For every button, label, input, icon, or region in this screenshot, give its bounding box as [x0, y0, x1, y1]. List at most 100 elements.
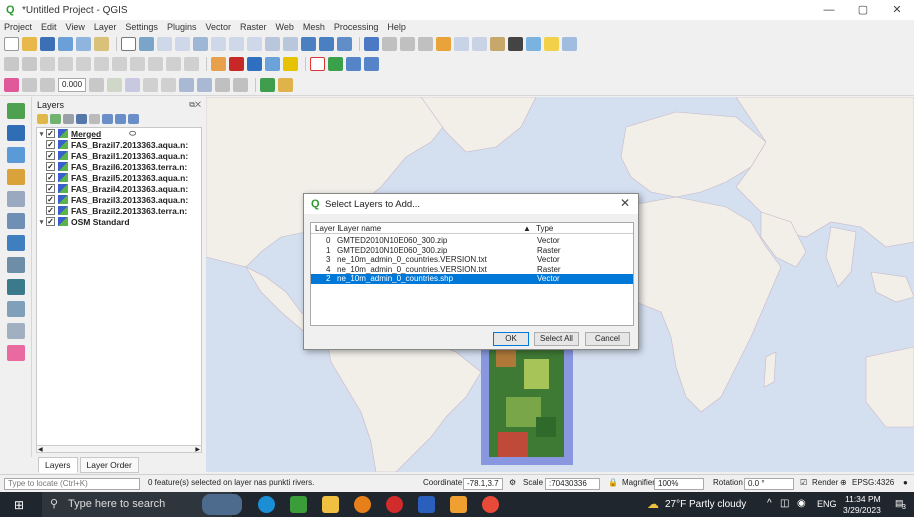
add-feature-icon[interactable] [58, 57, 73, 71]
statistics-icon[interactable] [436, 37, 451, 51]
layer-checkbox[interactable]: ✓ [46, 162, 55, 171]
qgis-taskbar-icon[interactable] [290, 496, 307, 513]
layer-checkbox[interactable]: ✓ [46, 195, 55, 204]
layer-item[interactable]: ✓ FAS_Brazil6.2013363.terra.n: [37, 161, 201, 172]
add-postgis-icon[interactable] [7, 235, 25, 251]
layer-group-merged[interactable]: ▾ ✓ Merged ⬭ [37, 128, 201, 139]
layer-item[interactable]: ✓ FAS_Brazil1.2013363.aqua.n: [37, 150, 201, 161]
table-row-selected[interactable]: 2 ne_10m_admin_0_countries.shp Vector [311, 274, 633, 284]
crs-label[interactable]: EPSG:4326 [852, 478, 894, 487]
app-icon[interactable] [482, 496, 499, 513]
simplify-icon[interactable] [143, 77, 159, 92]
volume-icon[interactable]: ◉ [797, 498, 806, 509]
paint-icon[interactable] [450, 496, 467, 513]
zoom-last-icon[interactable] [265, 37, 280, 51]
zoom-native-icon[interactable] [247, 37, 262, 51]
add-virtual-layer-icon[interactable] [7, 323, 25, 339]
layer-item[interactable]: ✓ FAS_Brazil2.2013363.terra.n: [37, 205, 201, 216]
snapping-icon[interactable] [22, 77, 37, 92]
menu-mesh[interactable]: Mesh [303, 22, 325, 32]
messages-icon[interactable]: ● [903, 478, 908, 487]
cancel-button[interactable]: Cancel [585, 332, 630, 346]
polygon-icon[interactable] [310, 57, 325, 71]
save-project-icon[interactable] [40, 37, 55, 51]
add-spatialite-icon[interactable] [7, 213, 25, 229]
redo-icon[interactable] [184, 57, 199, 71]
menu-layer[interactable]: Layer [94, 22, 117, 32]
layer-checkbox[interactable]: ✓ [46, 184, 55, 193]
scale-lock-icon[interactable]: ⚙ [509, 478, 516, 487]
table-row[interactable]: 4 ne_10m_admin_0_countries.VERSION.txt R… [311, 265, 633, 275]
identify-icon[interactable] [364, 37, 379, 51]
current-edits-icon[interactable] [4, 57, 19, 71]
layer-checkbox[interactable]: ✓ [46, 206, 55, 215]
reshape-icon[interactable] [215, 77, 231, 92]
split-icon[interactable] [233, 77, 249, 92]
filter-legend-icon[interactable] [76, 114, 87, 124]
select-features-icon[interactable] [400, 37, 415, 51]
horizontal-scrollbar[interactable]: ◀ ▶ [36, 445, 202, 453]
advanced-digitizing-icon[interactable] [4, 77, 19, 92]
add-raster-layer-icon[interactable] [229, 57, 244, 71]
add-vector-layer-icon[interactable] [247, 57, 262, 71]
open-project-icon[interactable] [22, 37, 37, 51]
column-header-type[interactable]: Type [536, 224, 553, 233]
add-vector-icon[interactable] [7, 103, 25, 119]
add-wfs-icon[interactable] [7, 279, 25, 295]
add-arcgis-icon[interactable] [7, 345, 25, 361]
part-icon[interactable] [197, 77, 213, 92]
triangle-icon[interactable] [328, 57, 343, 71]
filter-expression-icon[interactable] [89, 114, 100, 124]
sum-icon[interactable] [508, 37, 523, 51]
undo-icon[interactable] [166, 57, 181, 71]
add-delimited-text-icon[interactable] [7, 169, 25, 185]
expand-all-icon[interactable] [102, 114, 113, 124]
firefox-icon[interactable] [354, 496, 371, 513]
menu-view[interactable]: View [66, 22, 85, 32]
rotate-icon[interactable] [107, 77, 123, 92]
network-icon[interactable]: ◫ [780, 498, 789, 509]
menu-edit[interactable]: Edit [41, 22, 57, 32]
table-row[interactable]: 1 GMTED2010N10E060_300.zip Raster [311, 246, 633, 256]
map-tips-icon[interactable] [526, 37, 541, 51]
add-geopackage-icon[interactable] [7, 191, 25, 207]
add-mesh-icon[interactable] [7, 147, 25, 163]
add-wcs-icon[interactable] [7, 301, 25, 317]
collapse-all-icon[interactable] [115, 114, 126, 124]
cut-features-icon[interactable] [112, 57, 127, 71]
manage-map-themes-icon[interactable] [63, 114, 74, 124]
layer-checkbox[interactable]: ✓ [46, 129, 55, 138]
clock-date[interactable]: 3/29/2023 [843, 505, 881, 515]
menu-raster[interactable]: Raster [240, 22, 267, 32]
column-header-layer-id[interactable]: Layer I [315, 224, 339, 233]
open-layer-styling-icon[interactable] [37, 114, 48, 124]
copy-features-icon[interactable] [130, 57, 145, 71]
windows-start-icon[interactable]: ⊞ [14, 498, 24, 512]
processing-toolbox-icon[interactable] [490, 37, 505, 51]
clock-time[interactable]: 11:34 PM [845, 494, 881, 504]
scale-input[interactable]: :70430336 [545, 478, 600, 490]
layer-item[interactable]: ✓ FAS_Brazil3.2013363.aqua.n: [37, 194, 201, 205]
pan-to-selection-icon[interactable] [139, 37, 154, 51]
tab-layer-order[interactable]: Layer Order [79, 457, 139, 473]
new-map-view-icon[interactable] [301, 37, 316, 51]
collapse-arrow-icon[interactable]: ▾ [37, 130, 46, 138]
weather-text[interactable]: 27°F Partly cloudy [665, 499, 746, 510]
remove-layer-icon[interactable] [128, 114, 139, 124]
add-group-icon[interactable] [50, 114, 61, 124]
pan-icon[interactable] [121, 37, 136, 51]
zoom-in-icon[interactable] [157, 37, 172, 51]
measure-icon[interactable] [454, 37, 469, 51]
scroll-right-icon[interactable]: ▶ [195, 446, 200, 453]
add-wms-layer-icon[interactable] [265, 57, 280, 71]
open-attribute-table-icon[interactable] [382, 37, 397, 51]
table-row[interactable]: 3 ne_10m_admin_0_countries.VERSION.txt V… [311, 255, 633, 265]
vertex-tool-icon[interactable] [76, 57, 91, 71]
print-layout-icon[interactable] [76, 37, 91, 51]
crs-globe-icon[interactable]: ⊕ [840, 478, 847, 487]
dialog-close-icon[interactable]: ✕ [620, 196, 630, 210]
label-tool-icon[interactable] [211, 57, 226, 71]
new-project-icon[interactable] [4, 37, 19, 51]
render-checkbox[interactable]: ☑ [800, 478, 807, 487]
zoom-selection-icon[interactable] [211, 37, 226, 51]
